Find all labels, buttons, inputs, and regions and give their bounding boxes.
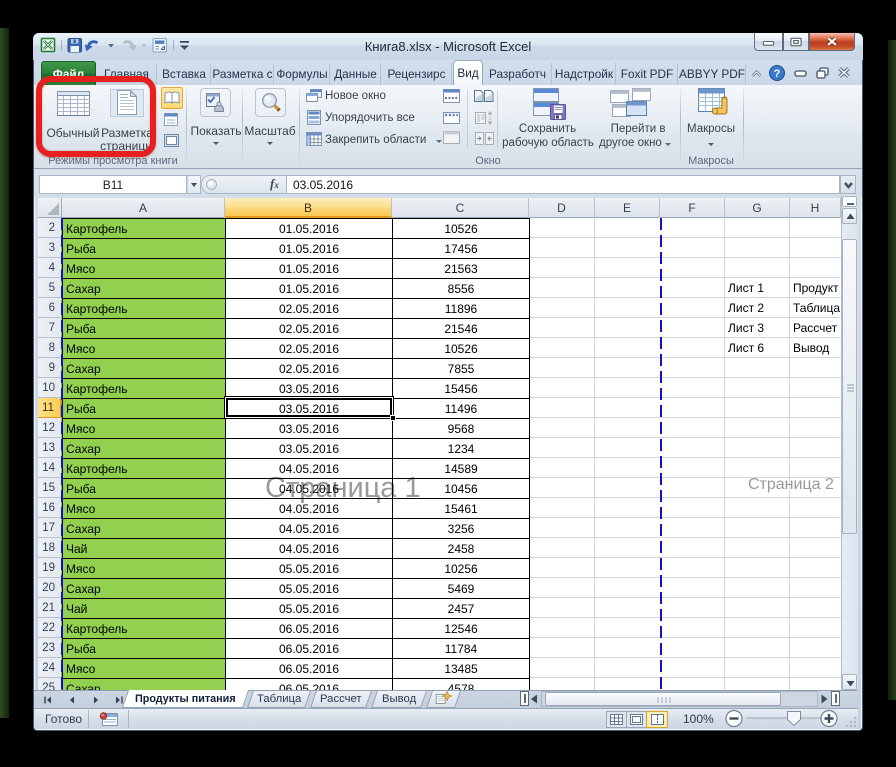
svg-text:?: ? [774, 68, 781, 80]
